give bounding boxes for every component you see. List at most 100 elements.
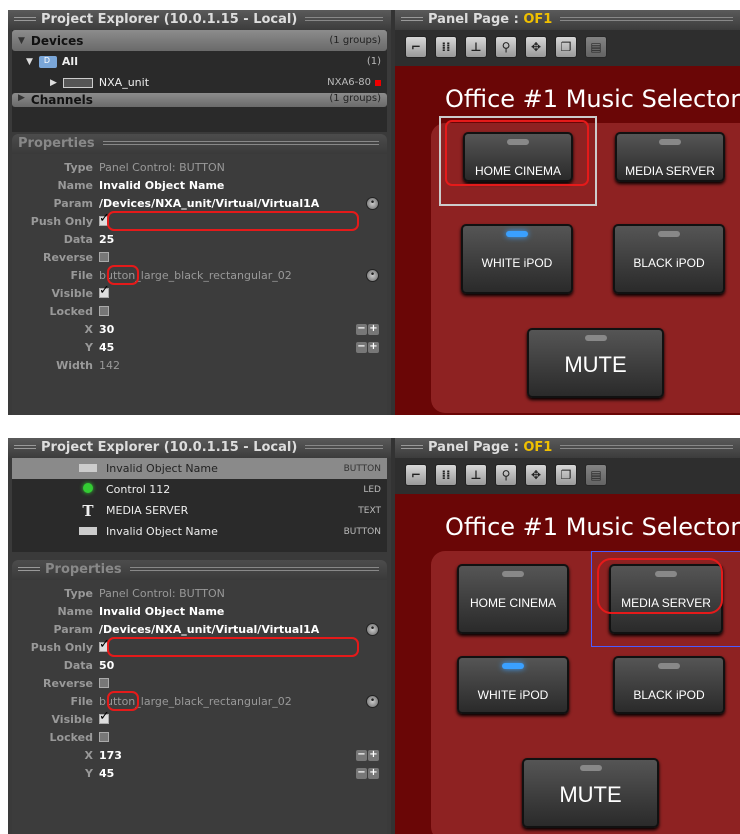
object-item-led[interactable]: Control 112 LED [12, 479, 387, 500]
white-ipod-button[interactable]: WHITE iPOD [457, 656, 569, 714]
tree-group-devices[interactable]: ▼ Devices (1 groups) [12, 30, 387, 51]
browse-icon[interactable]: • [366, 196, 379, 210]
grip-icon[interactable] [14, 17, 36, 23]
plus-icon[interactable]: + [368, 767, 379, 779]
grip-icon[interactable] [401, 17, 423, 23]
prop-param[interactable]: Param/Devices/NXA_unit/Virtual/Virtual1A… [12, 194, 387, 212]
object-item-button[interactable]: Invalid Object Name BUTTON [12, 458, 387, 479]
prop-param[interactable]: Param/Devices/NXA_unit/Virtual/Virtual1A… [12, 620, 387, 638]
move-icon[interactable]: ✥ [525, 464, 547, 486]
move-icon[interactable]: ✥ [525, 36, 547, 58]
object-item-button[interactable]: Invalid Object Name BUTTON [12, 521, 387, 542]
plus-icon[interactable]: + [368, 323, 379, 335]
minus-icon[interactable]: − [356, 341, 367, 353]
y-field[interactable]: 45 [99, 341, 114, 354]
param-field[interactable]: /Devices/NXA_unit/Virtual/Virtual1A [99, 623, 319, 636]
paste-icon[interactable]: ▤ [585, 36, 607, 58]
prop-reverse[interactable]: Reverse [12, 674, 387, 692]
zoom-icon[interactable]: ⚲ [495, 36, 517, 58]
tree-group-channels[interactable]: ▶ Channels (1 groups) [12, 93, 387, 107]
x-stepper[interactable]: − + [356, 323, 379, 335]
ruler-icon[interactable]: ⌐ [405, 36, 427, 58]
media-server-button[interactable]: MEDIA SERVER [615, 132, 725, 182]
y-stepper[interactable]: − + [356, 767, 379, 779]
prop-x[interactable]: X 173 − + [12, 746, 387, 764]
browse-icon[interactable]: • [366, 268, 379, 282]
text-icon: T [82, 501, 94, 520]
grid-icon[interactable]: ⁞⁞ [435, 36, 457, 58]
align-icon[interactable]: ⊥ [465, 36, 487, 58]
y-field[interactable]: 45 [99, 767, 114, 780]
width-field[interactable]: 142 [99, 359, 120, 372]
tree-item-nxa-unit[interactable]: ▶ NXA_unit NXA6-80 [12, 72, 387, 93]
plus-icon[interactable]: + [368, 341, 379, 353]
mute-button[interactable]: MUTE [527, 328, 664, 398]
prop-y[interactable]: Y 45 − + [12, 764, 387, 782]
prop-visible[interactable]: Visible [12, 709, 387, 728]
button-icon [78, 462, 98, 475]
prop-label: Y [85, 766, 93, 780]
minus-icon[interactable]: − [356, 749, 367, 761]
browse-icon[interactable]: • [366, 694, 379, 708]
minus-icon[interactable]: − [356, 323, 367, 335]
prop-visible[interactable]: Visible [12, 283, 387, 302]
name-field[interactable]: Invalid Object Name [99, 179, 224, 192]
reverse-checkbox[interactable] [99, 252, 109, 262]
y-stepper[interactable]: − + [356, 341, 379, 353]
disclosure-right-icon[interactable]: ▶ [50, 78, 57, 88]
x-field[interactable]: 173 [99, 749, 122, 762]
prop-push-only[interactable]: Push Only [12, 211, 387, 230]
data-field[interactable]: 50 [99, 659, 114, 672]
file-field[interactable]: button_large_black_rectangular_02 [99, 695, 292, 708]
x-stepper[interactable]: − + [356, 749, 379, 761]
prop-x[interactable]: X 30 − + [12, 320, 387, 338]
locked-checkbox[interactable] [99, 732, 109, 742]
disclosure-down-icon[interactable]: ▼ [26, 57, 33, 67]
prop-file[interactable]: File button_large_black_rectangular_02 • [12, 692, 387, 710]
visible-checkbox[interactable] [99, 709, 110, 724]
locked-checkbox[interactable] [99, 306, 109, 316]
home-cinema-button[interactable]: HOME CINEMA [457, 564, 569, 634]
copy-icon[interactable]: ❐ [555, 36, 577, 58]
prop-name[interactable]: Name Invalid Object Name [12, 602, 387, 620]
prop-file[interactable]: File button_large_black_rectangular_02 • [12, 266, 387, 284]
x-field[interactable]: 30 [99, 323, 114, 336]
push-only-checkbox[interactable] [99, 637, 110, 652]
white-ipod-button[interactable]: WHITE iPOD [461, 224, 573, 294]
grip-icon[interactable] [401, 445, 423, 451]
prop-name[interactable]: Name Invalid Object Name [12, 176, 387, 194]
file-field[interactable]: button_large_black_rectangular_02 [99, 269, 292, 282]
align-icon[interactable]: ⊥ [465, 464, 487, 486]
name-field[interactable]: Invalid Object Name [99, 605, 224, 618]
disclosure-right-icon[interactable]: ▶ [18, 93, 25, 103]
prop-push-only[interactable]: Push Only [12, 637, 387, 656]
black-ipod-button[interactable]: BLACK iPOD [613, 656, 725, 714]
minus-icon[interactable]: − [356, 767, 367, 779]
visible-checkbox[interactable] [99, 283, 110, 298]
ruler-icon[interactable]: ⌐ [405, 464, 427, 486]
param-field[interactable]: /Devices/NXA_unit/Virtual/Virtual1A [99, 197, 319, 210]
prop-data[interactable]: Data 50 [12, 656, 387, 674]
prop-locked[interactable]: Locked [12, 302, 387, 320]
grip-icon[interactable] [18, 567, 40, 573]
paste-icon[interactable]: ▤ [585, 464, 607, 486]
black-ipod-button[interactable]: BLACK iPOD [613, 224, 725, 294]
grip-icon[interactable] [14, 445, 36, 451]
browse-icon[interactable]: • [366, 622, 379, 636]
disclosure-down-icon[interactable]: ▼ [18, 36, 25, 46]
reverse-checkbox[interactable] [99, 678, 109, 688]
prop-y[interactable]: Y 45 − + [12, 338, 387, 356]
data-field[interactable]: 25 [99, 233, 114, 246]
tree-item-all[interactable]: ▼ All (1) [12, 51, 387, 72]
prop-reverse[interactable]: Reverse [12, 248, 387, 266]
zoom-icon[interactable]: ⚲ [495, 464, 517, 486]
copy-icon[interactable]: ❐ [555, 464, 577, 486]
push-only-checkbox[interactable] [99, 211, 110, 226]
prop-data[interactable]: Data 25 [12, 230, 387, 248]
mute-button[interactable]: MUTE [522, 758, 659, 828]
plus-icon[interactable]: + [368, 749, 379, 761]
prop-locked[interactable]: Locked [12, 728, 387, 746]
prop-width[interactable]: Width 142 [12, 356, 387, 374]
grid-icon[interactable]: ⁞⁞ [435, 464, 457, 486]
object-item-text[interactable]: T MEDIA SERVER TEXT [12, 500, 387, 521]
